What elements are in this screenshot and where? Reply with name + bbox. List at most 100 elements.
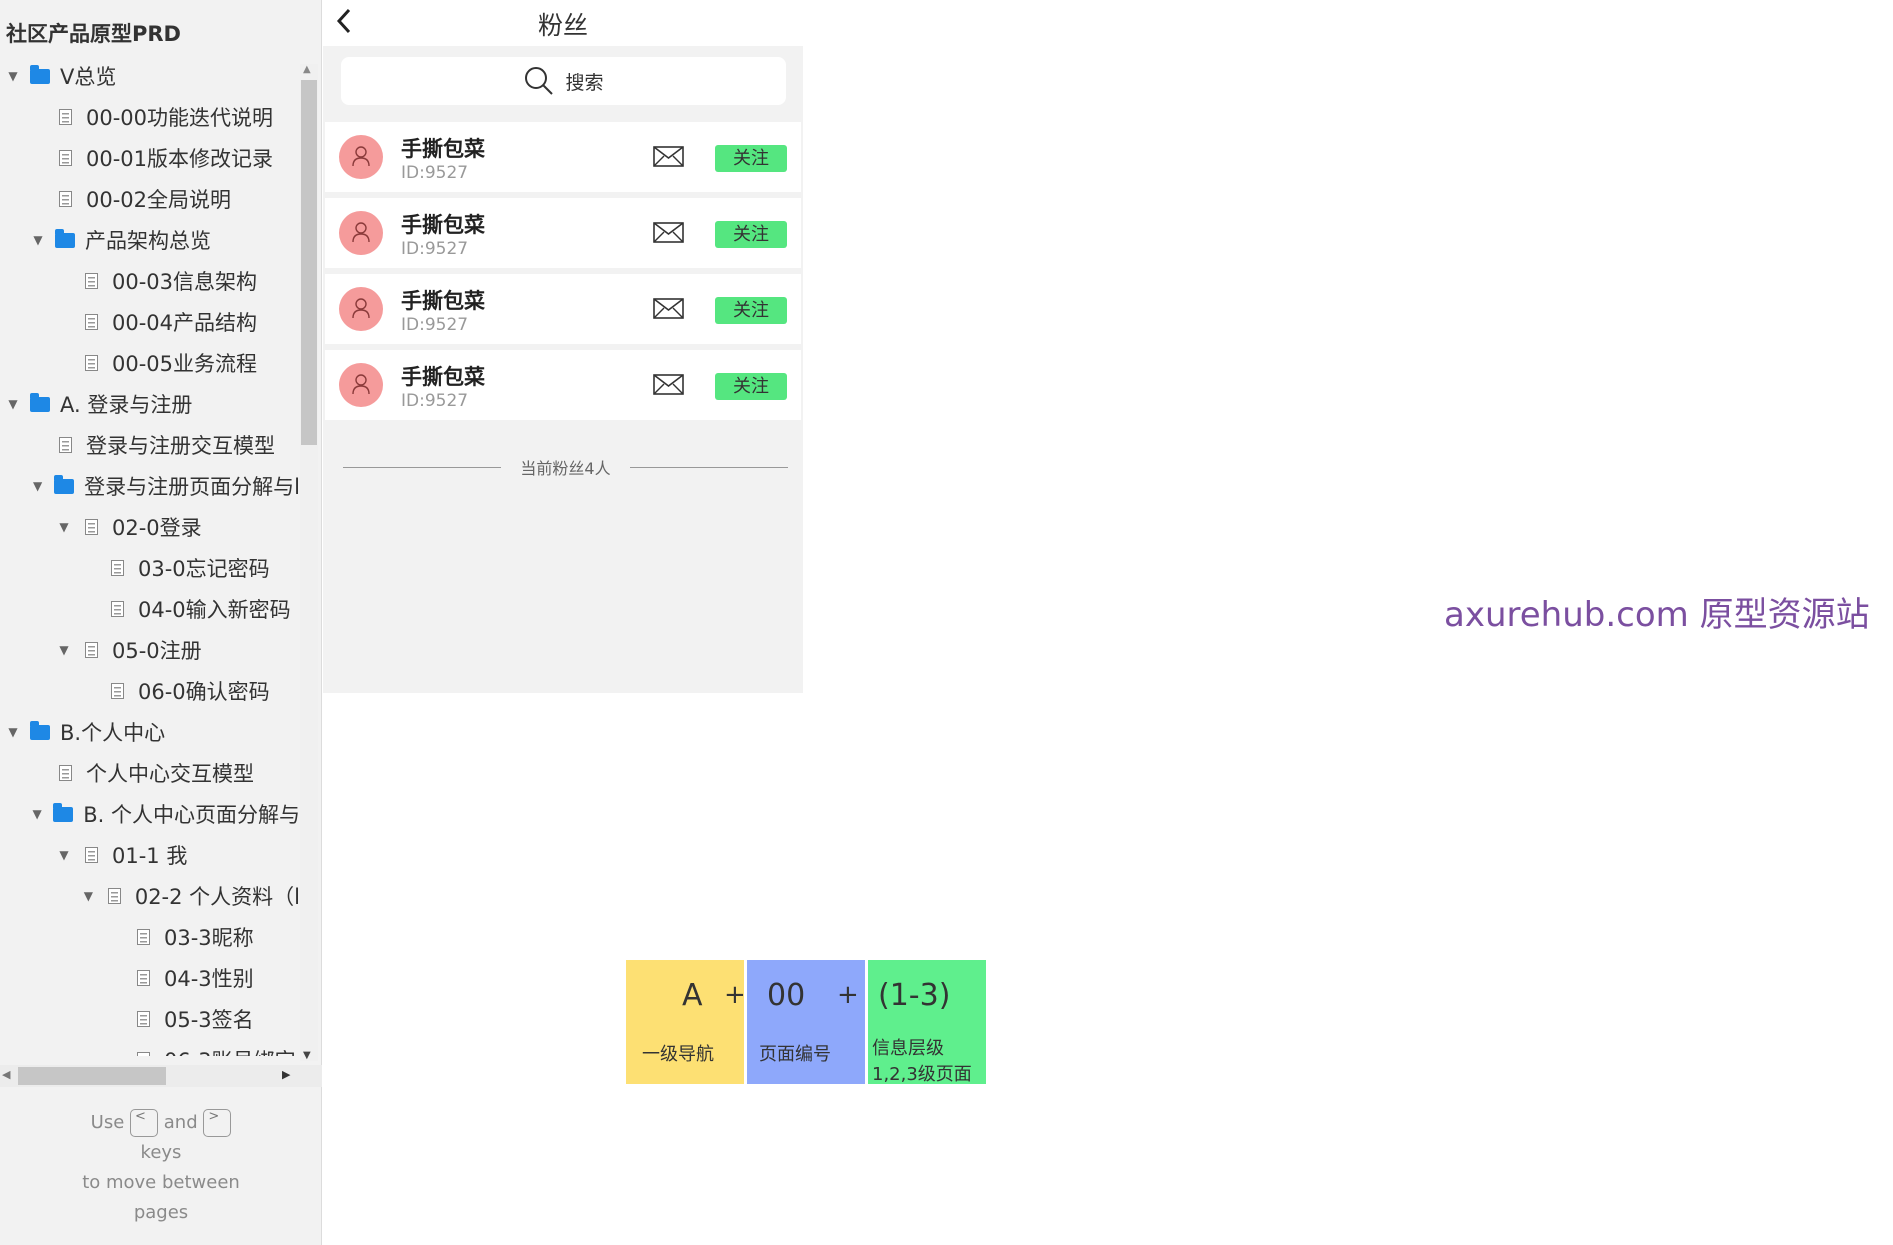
search-input[interactable]: 搜索	[341, 57, 786, 105]
fan-name: 手撕包菜	[401, 213, 485, 237]
tree-item[interactable]: ▼ 产品架构总览	[0, 220, 300, 260]
tree-item[interactable]: 06-0确认密码	[0, 671, 300, 711]
expand-arrow-icon[interactable]: ▼	[31, 807, 43, 821]
scrollbar-thumb[interactable]	[18, 1067, 166, 1085]
page-icon	[85, 355, 98, 371]
tree-item-label: V总览	[60, 65, 117, 89]
divider-right	[630, 467, 788, 468]
folder-icon	[30, 392, 50, 412]
legend-nav-letter: A	[682, 978, 703, 1013]
tree-item[interactable]: ▼ B.个人中心	[0, 712, 300, 752]
legend-nav: A + 一级导航	[626, 960, 746, 1084]
tree-item-label: 02-2 个人资料（l	[134, 885, 300, 909]
scroll-down-icon[interactable]: ▼	[303, 1050, 311, 1061]
search-placeholder: 搜索	[565, 71, 604, 94]
fan-count: 当前粉丝4人	[343, 455, 788, 479]
sidebar-title: 社区产品原型PRD	[6, 22, 181, 46]
scroll-up-icon[interactable]: ▲	[303, 64, 311, 75]
expand-arrow-icon[interactable]: ▼	[6, 69, 20, 83]
tree-item[interactable]: 个人中心交互模型	[0, 753, 300, 793]
tree-item[interactable]: 登录与注册交互模型	[0, 425, 300, 465]
fan-id: ID:9527	[401, 315, 469, 335]
expand-arrow-icon[interactable]: ▼	[31, 479, 44, 493]
tree-item-label: 03-0忘记密码	[138, 557, 270, 581]
folder-icon	[53, 802, 74, 822]
fan-list-item[interactable]: 手撕包菜 ID:9527 关注	[325, 274, 801, 344]
tree-item[interactable]: ▼ 02-0登录	[0, 507, 300, 547]
expand-arrow-icon[interactable]: ▼	[31, 233, 45, 247]
mail-icon[interactable]	[653, 374, 684, 395]
tree-item[interactable]: ▼ 05-0注册	[0, 630, 300, 670]
tree-item[interactable]: ▼ V总览	[0, 56, 300, 96]
mail-icon[interactable]	[653, 222, 684, 243]
fan-list-item[interactable]: 手撕包菜 ID:9527 关注	[325, 198, 801, 268]
tree-item[interactable]: 03-0忘记密码	[0, 548, 300, 588]
scroll-left-icon[interactable]: ◀	[2, 1068, 10, 1081]
avatar[interactable]	[339, 135, 383, 179]
tree-item[interactable]: 00-05业务流程	[0, 343, 300, 383]
expand-arrow-icon[interactable]: ▼	[83, 889, 94, 903]
mail-icon[interactable]	[653, 146, 684, 167]
avatar[interactable]	[339, 363, 383, 407]
expand-arrow-icon[interactable]: ▼	[6, 725, 20, 739]
tree-item-label: 01-1 我	[112, 844, 188, 868]
vertical-scrollbar[interactable]: ▲ ▼	[300, 64, 318, 1061]
folder-icon	[54, 474, 75, 494]
tree-item[interactable]: 04-0输入新密码	[0, 589, 300, 629]
scrollbar-thumb[interactable]	[301, 80, 317, 445]
tree-item-label: 04-3性别	[164, 967, 254, 991]
tree-item[interactable]: 00-00功能迭代说明	[0, 97, 300, 137]
page-icon	[85, 314, 98, 330]
tree-item-label: 05-3签名	[164, 1008, 254, 1032]
next-key-icon: >	[203, 1109, 232, 1137]
tree-item-label: B.个人中心	[60, 721, 166, 745]
tree-item-label: 06-0确认密码	[138, 680, 270, 704]
legend-info-level: (1-3) 信息层级 1,2,3级页面	[868, 960, 986, 1085]
follow-button[interactable]: 关注	[715, 373, 787, 400]
page-icon	[59, 109, 72, 125]
avatar[interactable]	[339, 287, 383, 331]
tree-item[interactable]: ▼ A. 登录与注册	[0, 384, 300, 424]
tree-item[interactable]: 04-3性别	[0, 958, 300, 998]
legend-page-number-value: 00	[767, 978, 806, 1013]
fan-id: ID:9527	[401, 239, 469, 259]
follow-button[interactable]: 关注	[715, 221, 787, 248]
tree-item[interactable]: ▼ B. 个人中心页面分解与	[0, 794, 300, 834]
tree-item[interactable]: 00-02全局说明	[0, 179, 300, 219]
legend-level-label: 信息层级	[872, 1038, 944, 1059]
tree-item[interactable]: ▼ 01-1 我	[0, 835, 300, 875]
page-title: 粉丝	[537, 11, 588, 40]
tree-item-label: 00-02全局说明	[86, 188, 232, 212]
tree-item[interactable]: 00-04产品结构	[0, 302, 300, 342]
avatar[interactable]	[339, 211, 383, 255]
tree-item-label: 00-03信息架构	[112, 270, 258, 294]
tree-item[interactable]: 03-3昵称	[0, 917, 300, 957]
follow-button[interactable]: 关注	[715, 297, 787, 324]
horizontal-scrollbar[interactable]: ◀ ▶	[0, 1065, 322, 1087]
tree-item[interactable]: 06-3账号绑定	[0, 1040, 300, 1056]
follow-button[interactable]: 关注	[715, 145, 787, 172]
page-icon	[59, 191, 72, 207]
tree-item-label: 00-00功能迭代说明	[86, 106, 274, 130]
legend-level-range: (1-3)	[878, 978, 951, 1013]
fan-list-item[interactable]: 手撕包菜 ID:9527 关注	[325, 122, 801, 192]
tree-item-label: B. 个人中心页面分解与	[83, 803, 300, 827]
expand-arrow-icon[interactable]: ▼	[57, 848, 71, 862]
mail-icon[interactable]	[653, 298, 684, 319]
expand-arrow-icon[interactable]: ▼	[57, 643, 71, 657]
expand-arrow-icon[interactable]: ▼	[6, 397, 20, 411]
tree-item[interactable]: 00-03信息架构	[0, 261, 300, 301]
tree-item[interactable]: ▼ 02-2 个人资料（l	[0, 876, 300, 916]
user-icon	[352, 146, 370, 167]
tree-item[interactable]: 00-01版本修改记录	[0, 138, 300, 178]
folder-icon	[55, 228, 75, 248]
scroll-right-icon[interactable]: ▶	[282, 1068, 290, 1081]
fan-list-item[interactable]: 手撕包菜 ID:9527 关注	[325, 350, 801, 420]
tree-item[interactable]: 05-3签名	[0, 999, 300, 1039]
page-icon	[111, 560, 124, 576]
page-icon	[59, 150, 72, 166]
tree-item-label: 00-05业务流程	[112, 352, 258, 376]
legend-level-pages: 1,2,3级页面	[872, 1064, 972, 1085]
tree-item[interactable]: ▼ 登录与注册页面分解与l	[0, 466, 300, 506]
expand-arrow-icon[interactable]: ▼	[57, 520, 71, 534]
